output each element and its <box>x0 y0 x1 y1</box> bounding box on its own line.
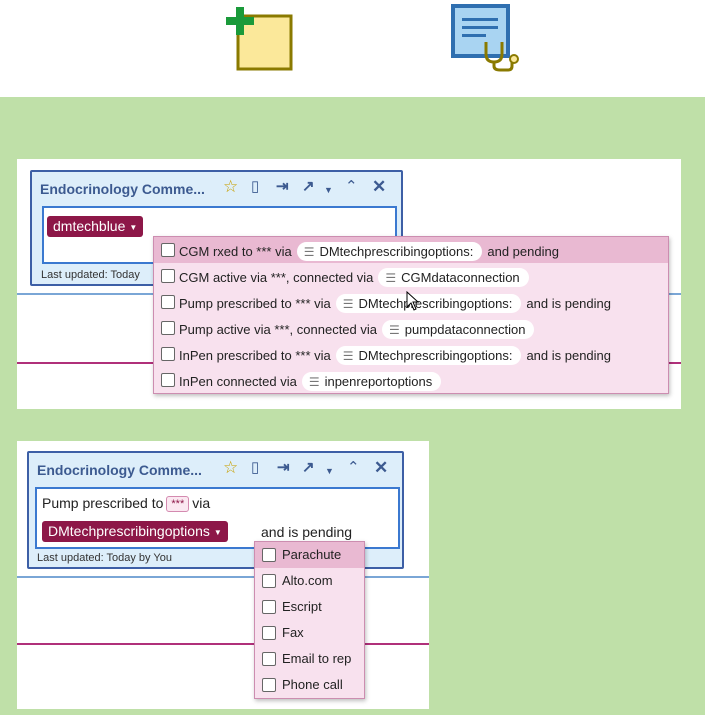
checkbox[interactable] <box>161 347 175 361</box>
bookmark-icon[interactable]: ▯ <box>251 458 259 478</box>
close-icon[interactable]: ✕ <box>374 458 388 478</box>
smartlist-token[interactable]: dmtechblue ▼ <box>47 216 144 237</box>
note-title: Endocrinology Comme... <box>40 181 205 197</box>
smartlist-token[interactable]: DMtechprescribingoptions ▼ <box>42 521 228 542</box>
pin-icon[interactable]: ⇥ <box>277 458 290 478</box>
wildcard-field[interactable]: *** <box>166 496 190 512</box>
add-note-icon[interactable] <box>225 5 297 73</box>
list-item[interactable]: InPen connected via ☰ inpenreportoptions <box>154 367 668 393</box>
note-header: Endocrinology Comme... ☆ ▯ ⇥ ↗ ▼ ⌃ ✕ <box>29 453 402 483</box>
note-title: Endocrinology Comme... <box>37 462 202 478</box>
note-text-line-2: and is pending <box>261 524 353 540</box>
list-icon: ☰ <box>308 375 320 389</box>
list-icon: ☰ <box>385 271 397 285</box>
chevron-down-icon[interactable]: ▼ <box>325 461 334 481</box>
collapse-icon[interactable]: ⌃ <box>345 177 358 197</box>
list-item[interactable]: Escript <box>255 594 364 620</box>
chevron-down-icon[interactable]: ▼ <box>324 180 333 200</box>
list-item[interactable]: Phone call <box>255 672 364 698</box>
checkbox[interactable] <box>262 652 276 666</box>
star-icon[interactable]: ☆ <box>223 177 238 197</box>
divider-blue <box>17 576 429 578</box>
checkbox[interactable] <box>161 321 175 335</box>
checkbox[interactable] <box>262 574 276 588</box>
checkbox[interactable] <box>262 678 276 692</box>
checkbox[interactable] <box>262 626 276 640</box>
list-item[interactable]: Parachute <box>255 542 364 568</box>
note-text-line-1: Pump prescribed to *** via <box>42 495 211 512</box>
list-item[interactable]: Pump active via ***, connected via ☰ pumpd… <box>154 315 668 341</box>
last-updated: Last updated: Today <box>41 269 140 281</box>
list-item[interactable]: Alto.com <box>255 568 364 594</box>
pin-icon[interactable]: ⇥ <box>276 177 289 197</box>
send-icon[interactable]: ↗ <box>302 177 315 197</box>
divider-magenta <box>17 643 429 645</box>
bookmark-icon[interactable]: ▯ <box>251 177 259 197</box>
note-header: Endocrinology Comme... ☆ ▯ ⇥ ↗ ▼ ⌃ ✕ <box>32 172 401 202</box>
checkbox[interactable] <box>262 600 276 614</box>
list-icon: ☰ <box>342 349 354 363</box>
list-icon: ☰ <box>342 297 354 311</box>
list-item[interactable]: Fax <box>255 620 364 646</box>
smartlist-dropdown-2: Parachute Alto.com Escript Fax Email to … <box>254 541 365 699</box>
note-body[interactable]: Pump prescribed to *** via DMtechprescribi… <box>35 487 400 549</box>
list-item[interactable]: CGM active via ***, connected via ☰ CGMdat… <box>154 263 668 289</box>
collapse-icon[interactable]: ⌃ <box>347 458 360 478</box>
send-icon[interactable]: ↗ <box>302 458 315 478</box>
checkbox[interactable] <box>262 548 276 562</box>
list-icon: ☰ <box>303 245 315 259</box>
checkbox[interactable] <box>161 243 175 257</box>
last-updated: Last updated: Today by You <box>37 552 172 564</box>
mouse-cursor-icon <box>406 290 420 316</box>
star-icon[interactable]: ☆ <box>223 458 238 478</box>
checkbox[interactable] <box>161 295 175 309</box>
checkbox[interactable] <box>161 269 175 283</box>
list-item[interactable]: CGM rxed to *** via ☰ DMtechprescribingopt… <box>154 237 668 263</box>
checkbox[interactable] <box>161 373 175 387</box>
close-icon[interactable]: ✕ <box>372 177 386 197</box>
list-icon: ☰ <box>389 323 400 337</box>
list-item[interactable]: Email to rep <box>255 646 364 672</box>
document-stethoscope-icon[interactable] <box>448 4 526 72</box>
list-item[interactable]: InPen prescribed to *** via ☰ DMtechprescr… <box>154 341 668 367</box>
